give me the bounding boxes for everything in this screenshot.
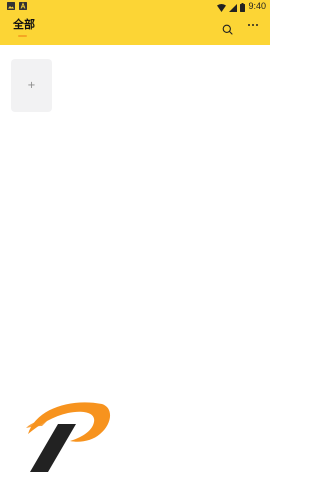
search-button[interactable] bbox=[221, 23, 233, 35]
more-button[interactable] bbox=[245, 20, 261, 30]
status-notifications bbox=[7, 2, 27, 10]
status-time: 9:40 bbox=[248, 1, 266, 11]
image-notification-icon bbox=[7, 2, 15, 10]
more-icon-dot bbox=[252, 24, 254, 26]
status-system: 9:40 bbox=[217, 1, 266, 12]
wifi-icon bbox=[217, 0, 227, 16]
search-icon bbox=[222, 20, 233, 39]
plus-icon: + bbox=[27, 79, 36, 91]
app-screen: 9:40 全部 + bbox=[0, 0, 270, 480]
status-bar: 9:40 bbox=[0, 0, 270, 13]
app-logo bbox=[22, 400, 114, 474]
signal-icon bbox=[229, 0, 238, 16]
more-icon bbox=[248, 24, 250, 26]
a-notification-icon bbox=[19, 2, 27, 10]
more-icon-dot bbox=[256, 24, 258, 26]
app-header: 9:40 全部 bbox=[0, 0, 270, 45]
battery-icon bbox=[240, 0, 246, 16]
tab-active-indicator bbox=[18, 35, 27, 37]
tab-all[interactable]: 全部 bbox=[13, 18, 35, 32]
add-item-card[interactable]: + bbox=[11, 59, 52, 112]
logo-stroke bbox=[30, 424, 76, 472]
